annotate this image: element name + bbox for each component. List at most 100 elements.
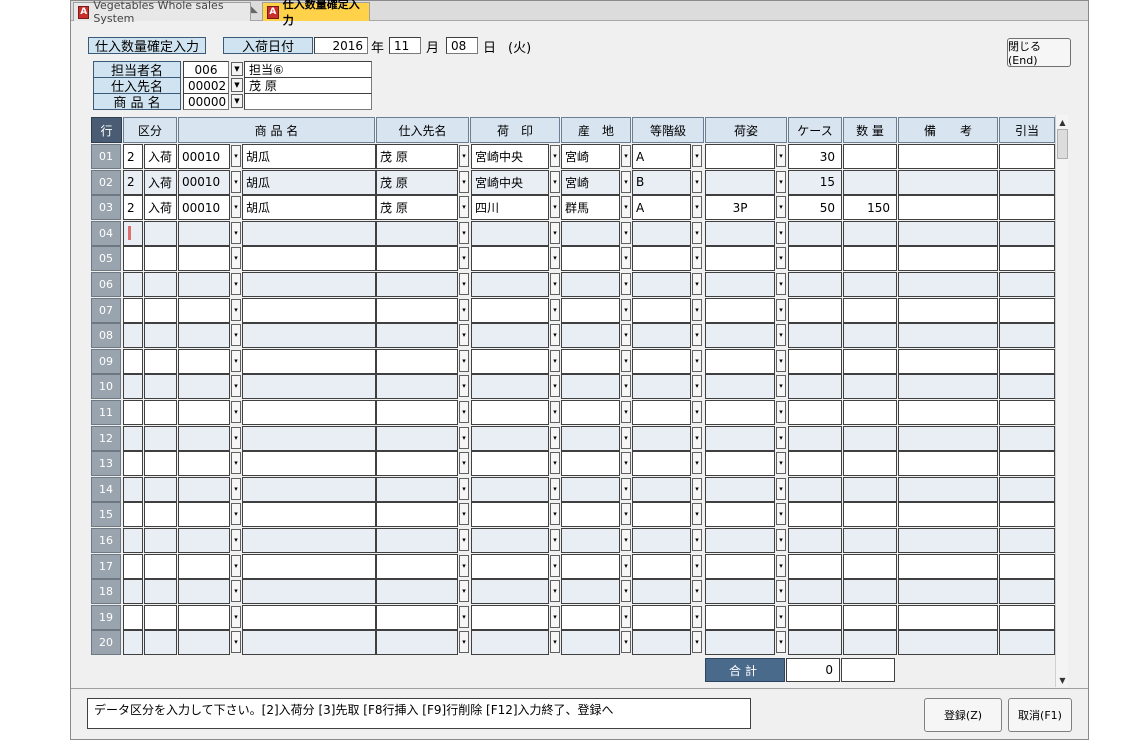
allocation-cell[interactable]	[999, 323, 1055, 349]
chevron-down-icon[interactable]: ▾	[692, 554, 702, 577]
origin-cell[interactable]	[561, 451, 620, 477]
chevron-down-icon[interactable]: ▾	[231, 349, 241, 372]
supplier-cell[interactable]	[376, 374, 458, 400]
shipping-mark-cell[interactable]	[471, 425, 549, 451]
grade-cell[interactable]	[632, 425, 691, 451]
kubun-cell[interactable]: 入荷	[144, 195, 177, 221]
chevron-down-icon[interactable]: ▾	[776, 324, 786, 347]
month-field[interactable]: 11	[389, 37, 421, 54]
kubun-code-cell[interactable]	[123, 348, 143, 374]
shipping-mark-cell[interactable]	[471, 502, 549, 528]
chevron-down-icon[interactable]: ▾	[550, 529, 560, 551]
product-name-cell[interactable]	[242, 400, 376, 425]
cancel-button[interactable]: 取消(F1)	[1008, 698, 1072, 732]
vertical-scrollbar[interactable]: ▲ ▼	[1055, 115, 1068, 687]
shipping-mark-cell[interactable]	[471, 348, 549, 374]
table-row[interactable]: 16 ▾ ▾ ▾ ▾ ▾ ▾	[91, 528, 1055, 553]
chevron-down-icon[interactable]: ▾	[621, 349, 631, 372]
product-code-cell[interactable]: 00010	[178, 169, 230, 195]
chevron-down-icon[interactable]: ▾	[692, 298, 702, 321]
kubun-code-cell[interactable]: 2	[123, 144, 143, 169]
allocation-cell[interactable]	[999, 297, 1055, 323]
chevron-down-icon[interactable]: ▾	[459, 298, 469, 321]
product-code-cell[interactable]	[178, 220, 230, 246]
kubun-cell[interactable]	[144, 374, 177, 400]
kubun-code-cell[interactable]: 2	[123, 169, 143, 195]
chevron-down-icon[interactable]: ▾	[776, 554, 786, 577]
kubun-code-cell[interactable]	[123, 425, 143, 451]
supplier-cell[interactable]	[376, 272, 458, 297]
cases-cell[interactable]	[788, 451, 842, 477]
cases-cell[interactable]: 50	[788, 195, 842, 221]
scrollbar-thumb[interactable]	[1057, 129, 1068, 159]
origin-cell[interactable]	[561, 220, 620, 246]
chevron-down-icon[interactable]: ▾	[459, 503, 469, 526]
note-cell[interactable]	[898, 553, 998, 579]
chevron-down-icon[interactable]: ▾	[459, 221, 469, 244]
product-name-cell[interactable]	[242, 630, 376, 656]
supplier-cell[interactable]	[376, 400, 458, 425]
chevron-down-icon[interactable]: ▾	[621, 605, 631, 628]
chevron-down-icon[interactable]: ▾	[621, 221, 631, 244]
allocation-cell[interactable]	[999, 451, 1055, 477]
table-row[interactable]: 17 ▾ ▾ ▾ ▾ ▾ ▾	[91, 553, 1055, 579]
chevron-down-icon[interactable]: ▾	[231, 503, 241, 526]
note-cell[interactable]	[898, 400, 998, 425]
kubun-cell[interactable]	[144, 220, 177, 246]
chevron-down-icon[interactable]: ▾	[776, 529, 786, 551]
grade-cell[interactable]	[632, 374, 691, 400]
chevron-down-icon[interactable]: ▾	[459, 631, 469, 654]
product-code-cell[interactable]	[178, 374, 230, 400]
chevron-down-icon[interactable]: ▾	[550, 477, 560, 500]
allocation-cell[interactable]	[999, 604, 1055, 630]
grade-cell[interactable]	[632, 630, 691, 656]
chevron-down-icon[interactable]: ▾	[231, 375, 241, 398]
supplier-cell[interactable]	[376, 220, 458, 246]
tab-purchase-qty-entry[interactable]: A 仕入数量確定入力	[262, 0, 370, 27]
kubun-cell[interactable]	[144, 297, 177, 323]
cases-cell[interactable]	[788, 297, 842, 323]
cases-cell[interactable]: 15	[788, 169, 842, 195]
chevron-down-icon[interactable]: ▾	[621, 273, 631, 295]
chevron-down-icon[interactable]: ▾	[550, 145, 560, 167]
chevron-down-icon[interactable]: ▾	[459, 401, 469, 423]
product-name-cell[interactable]	[242, 476, 376, 502]
chevron-down-icon[interactable]: ▾	[231, 221, 241, 244]
chevron-down-icon[interactable]: ▾	[550, 349, 560, 372]
kubun-code-cell[interactable]	[123, 297, 143, 323]
note-cell[interactable]	[898, 323, 998, 349]
chevron-down-icon[interactable]: ▾	[776, 247, 786, 270]
kubun-cell[interactable]: 入荷	[144, 144, 177, 169]
kubun-cell[interactable]	[144, 246, 177, 272]
allocation-cell[interactable]	[999, 579, 1055, 605]
chevron-down-icon[interactable]: ▾	[231, 247, 241, 270]
kubun-code-cell[interactable]	[123, 374, 143, 400]
chevron-down-icon[interactable]: ▾	[692, 452, 702, 475]
packing-cell[interactable]	[705, 323, 775, 349]
supplier-cell[interactable]	[376, 579, 458, 605]
kubun-code-cell[interactable]	[123, 579, 143, 605]
origin-cell[interactable]: 宮崎	[561, 169, 620, 195]
chevron-down-icon[interactable]: ▾	[231, 605, 241, 628]
chevron-down-icon[interactable]: ▾	[621, 401, 631, 423]
packing-cell[interactable]	[705, 451, 775, 477]
scroll-down-icon[interactable]: ▼	[1057, 674, 1068, 686]
cases-cell[interactable]	[788, 528, 842, 553]
shipping-mark-cell[interactable]	[471, 297, 549, 323]
grade-cell[interactable]	[632, 220, 691, 246]
supplier-cell[interactable]	[376, 323, 458, 349]
allocation-cell[interactable]	[999, 272, 1055, 297]
note-cell[interactable]	[898, 220, 998, 246]
shipping-mark-cell[interactable]: 宮崎中央	[471, 144, 549, 169]
grade-cell[interactable]	[632, 323, 691, 349]
origin-cell[interactable]: 宮崎	[561, 144, 620, 169]
packing-cell[interactable]	[705, 630, 775, 656]
chevron-down-icon[interactable]: ▾	[459, 273, 469, 295]
grade-cell[interactable]	[632, 528, 691, 553]
chevron-down-icon[interactable]: ▾	[550, 273, 560, 295]
chevron-down-icon[interactable]: ▾	[621, 375, 631, 398]
supplier-cell[interactable]: 茂 原	[376, 144, 458, 169]
product-code-cell[interactable]	[178, 604, 230, 630]
table-row[interactable]: 08 ▾ ▾ ▾ ▾ ▾ ▾	[91, 323, 1055, 349]
cases-cell[interactable]	[788, 502, 842, 528]
